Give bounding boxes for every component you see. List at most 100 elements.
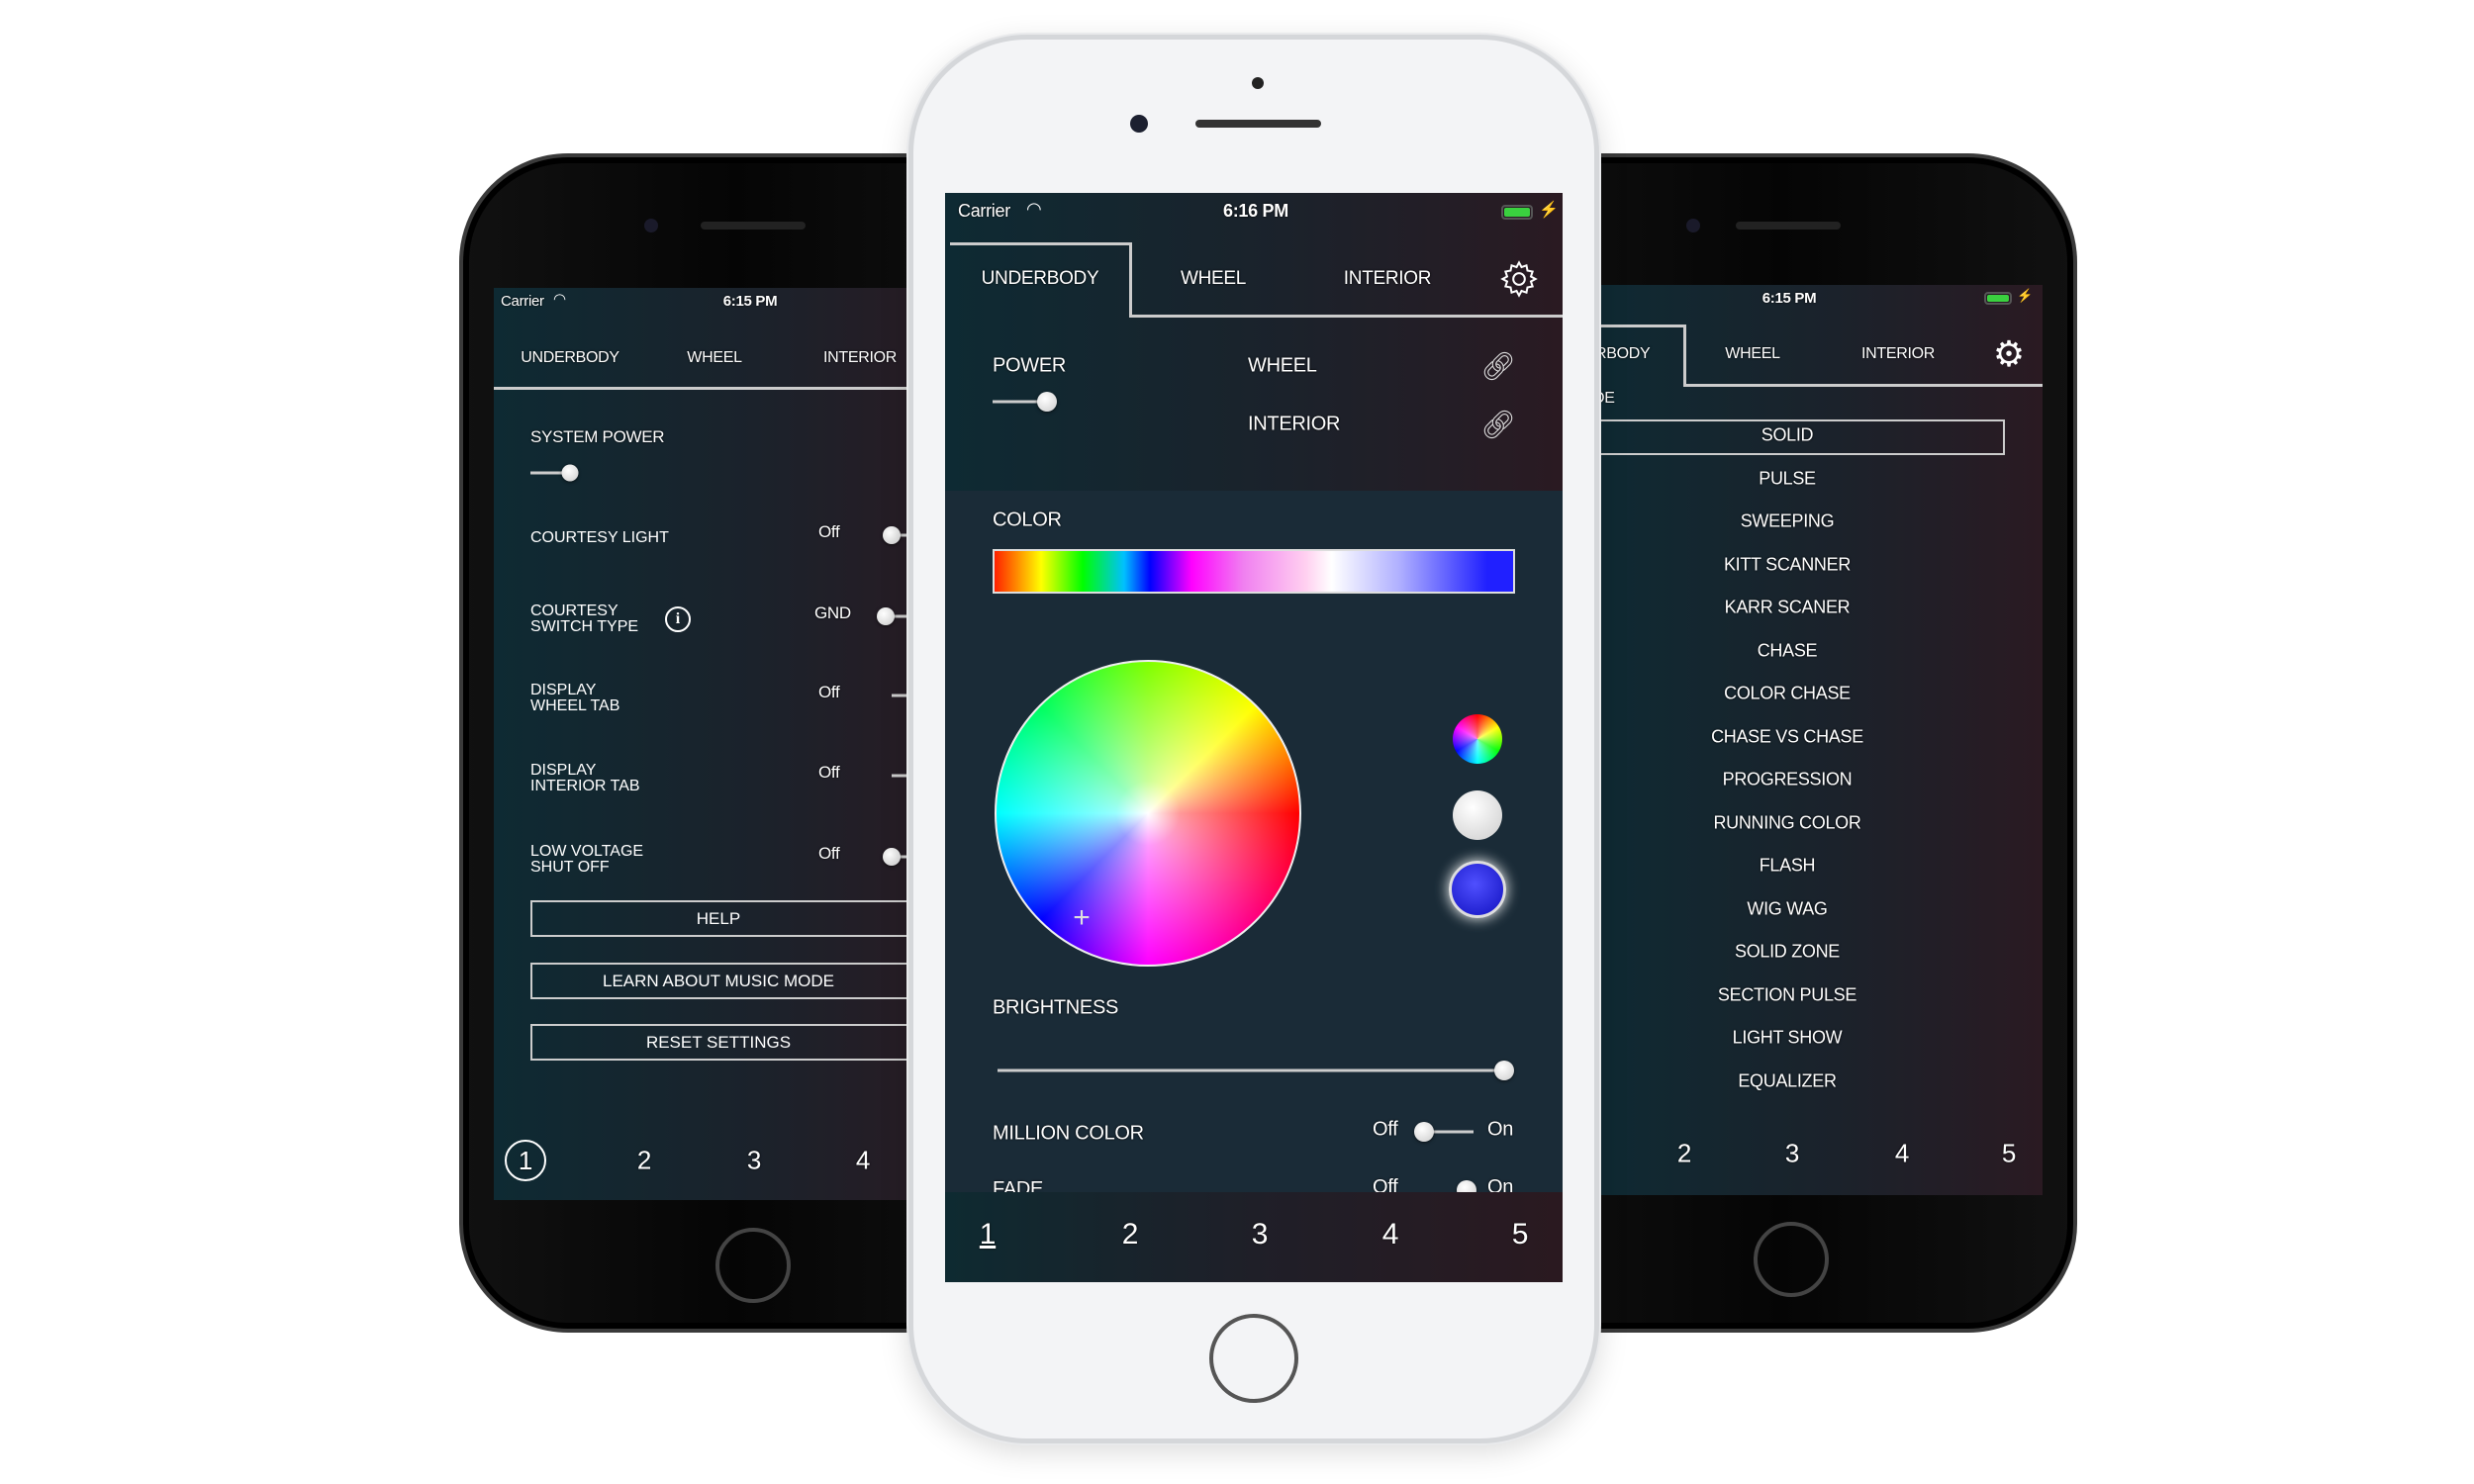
system-power-slider-knob[interactable] bbox=[561, 464, 579, 482]
learn-music-mode-button[interactable]: LEARN ABOUT MUSIC MODE bbox=[530, 963, 969, 999]
center-screen: Carrier ◠ 6:16 PM ⚡ UNDERBODY WHEEL INTE… bbox=[945, 193, 1563, 1282]
tab-interior[interactable]: INTERIOR bbox=[1344, 268, 1432, 290]
tab-wheel[interactable]: WHEEL bbox=[1725, 345, 1780, 363]
help-button[interactable]: HELP bbox=[530, 900, 969, 937]
mode-item[interactable]: SOLID bbox=[1761, 425, 1814, 446]
battery-icon bbox=[1984, 292, 2012, 305]
page-2[interactable]: 2 bbox=[1677, 1139, 1691, 1169]
mode-item[interactable]: FLASH bbox=[1760, 856, 1816, 877]
brightness-label: BRIGHTNESS bbox=[993, 996, 1119, 1019]
tab-divider bbox=[494, 387, 969, 390]
million-color-off: Off bbox=[1373, 1118, 1398, 1141]
mode-item[interactable]: KITT SCANNER bbox=[1724, 554, 1851, 575]
page-4[interactable]: 4 bbox=[1382, 1218, 1399, 1252]
swatch-white[interactable] bbox=[1453, 790, 1502, 840]
mode-item[interactable]: SWEEPING bbox=[1741, 511, 1835, 532]
page-3[interactable]: 3 bbox=[1252, 1218, 1269, 1252]
gear-icon[interactable]: ⚙ bbox=[1993, 333, 2025, 375]
page-4[interactable]: 4 bbox=[856, 1146, 870, 1176]
carrier-label: Carrier bbox=[501, 293, 544, 310]
info-icon[interactable]: i bbox=[665, 606, 691, 632]
tab-wheel[interactable]: WHEEL bbox=[1181, 268, 1246, 290]
speaker bbox=[1736, 222, 1841, 230]
status-time: 6:16 PM bbox=[1223, 201, 1288, 221]
million-color-toggle-knob[interactable] bbox=[1414, 1122, 1434, 1142]
color-spectrum-bar[interactable] bbox=[993, 549, 1515, 594]
speaker bbox=[1195, 120, 1321, 128]
camera bbox=[1686, 219, 1700, 232]
battery-icon bbox=[1501, 205, 1533, 220]
camera bbox=[1130, 115, 1148, 133]
setting-label: LOW VOLTAGE SHUT OFF bbox=[530, 844, 643, 876]
home-button[interactable] bbox=[1754, 1222, 1829, 1297]
left-screen: Carrier ◠ 6:15 PM UNDERBODY WHEEL INTERIOR SYS… bbox=[494, 288, 969, 1200]
status-time: 6:15 PM bbox=[722, 293, 778, 310]
setting-label-line: DISPLAY bbox=[530, 762, 597, 779]
charging-icon: ⚡ bbox=[1539, 202, 1559, 219]
setting-label-line: COURTESY LIGHT bbox=[530, 529, 669, 546]
setting-value: GND bbox=[814, 603, 851, 622]
power-label: POWER bbox=[993, 354, 1067, 377]
tab-divider bbox=[1131, 315, 1563, 318]
charging-icon: ⚡ bbox=[2017, 288, 2034, 303]
mode-item[interactable]: SOLID ZONE bbox=[1735, 942, 1840, 963]
reset-settings-button[interactable]: RESET SETTINGS bbox=[530, 1024, 969, 1061]
right-screen: 6:15 PM ⚡ RBODY WHEEL INTERIOR ⚙ DE SOLID PULSE S… bbox=[1583, 285, 2043, 1195]
mode-item[interactable]: KARR SCANER bbox=[1725, 598, 1851, 618]
page-3[interactable]: 3 bbox=[1785, 1139, 1799, 1169]
brightness-slider-track[interactable] bbox=[998, 1068, 1504, 1072]
link-interior-label: INTERIOR bbox=[1248, 413, 1341, 435]
mode-item[interactable]: CHASE VS CHASE bbox=[1711, 726, 1863, 747]
setting-value: Off bbox=[818, 683, 840, 701]
page-1[interactable]: 1 bbox=[505, 1140, 546, 1181]
mode-item[interactable]: RUNNING COLOR bbox=[1713, 812, 1860, 833]
mode-item[interactable]: PROGRESSION bbox=[1723, 770, 1853, 790]
tab-underbody[interactable]: UNDERBODY bbox=[521, 349, 619, 367]
color-wheel[interactable] bbox=[995, 660, 1301, 967]
setting-label-line: WHEEL TAB bbox=[530, 697, 620, 714]
tab-wheel[interactable]: WHEEL bbox=[687, 349, 742, 367]
mode-item[interactable]: EQUALIZER bbox=[1738, 1070, 1837, 1091]
setting-value: Off bbox=[818, 763, 840, 782]
mode-item[interactable]: CHASE bbox=[1758, 640, 1818, 661]
setting-label-line: COURTESY bbox=[530, 603, 618, 619]
page-2[interactable]: 2 bbox=[637, 1146, 651, 1176]
setting-label: DISPLAY INTERIOR TAB bbox=[530, 763, 640, 794]
mode-item[interactable]: PULSE bbox=[1759, 468, 1816, 489]
toggle-knob[interactable] bbox=[883, 526, 901, 544]
home-button[interactable] bbox=[1209, 1314, 1298, 1403]
page-2[interactable]: 2 bbox=[1122, 1218, 1139, 1252]
home-button[interactable] bbox=[715, 1228, 791, 1303]
tab-interior[interactable]: INTERIOR bbox=[823, 349, 897, 367]
gear-icon[interactable] bbox=[1499, 259, 1539, 299]
swatch-rainbow[interactable] bbox=[1453, 714, 1502, 764]
tab-interior[interactable]: INTERIOR bbox=[1861, 345, 1935, 363]
tab-underbody-label[interactable]: RBODY bbox=[1595, 345, 1651, 363]
page-5[interactable]: 5 bbox=[2002, 1139, 2016, 1169]
link-icon[interactable]: 🔗︎ bbox=[1480, 350, 1516, 383]
page-5[interactable]: 5 bbox=[1512, 1218, 1529, 1252]
brightness-slider-knob[interactable] bbox=[1494, 1061, 1514, 1080]
color-label: COLOR bbox=[993, 509, 1062, 531]
million-color-on: On bbox=[1487, 1118, 1514, 1141]
page-1[interactable]: 1 bbox=[980, 1218, 997, 1252]
tab-divider bbox=[1685, 384, 2043, 387]
toggle-knob[interactable] bbox=[877, 607, 895, 625]
page-4[interactable]: 4 bbox=[1895, 1139, 1909, 1169]
camera bbox=[644, 219, 658, 232]
link-icon[interactable]: 🔗︎ bbox=[1480, 409, 1516, 441]
toggle-knob[interactable] bbox=[883, 848, 901, 866]
mode-item[interactable]: LIGHT SHOW bbox=[1733, 1028, 1843, 1049]
setting-label-line: SHUT OFF bbox=[530, 859, 610, 876]
setting-value: Off bbox=[818, 844, 840, 863]
setting-label: DISPLAY WHEEL TAB bbox=[530, 683, 619, 714]
mode-item[interactable]: SECTION PULSE bbox=[1718, 984, 1856, 1005]
crosshair-icon[interactable]: + bbox=[1073, 901, 1091, 935]
mode-item[interactable]: COLOR CHASE bbox=[1724, 684, 1851, 704]
mode-item[interactable]: WIG WAG bbox=[1747, 898, 1828, 919]
swatch-blue[interactable] bbox=[1449, 861, 1506, 918]
tab-underbody-label[interactable]: UNDERBODY bbox=[982, 268, 1099, 290]
setting-label-line: INTERIOR TAB bbox=[530, 778, 640, 794]
page-3[interactable]: 3 bbox=[747, 1146, 761, 1176]
power-slider-knob[interactable] bbox=[1037, 392, 1057, 412]
